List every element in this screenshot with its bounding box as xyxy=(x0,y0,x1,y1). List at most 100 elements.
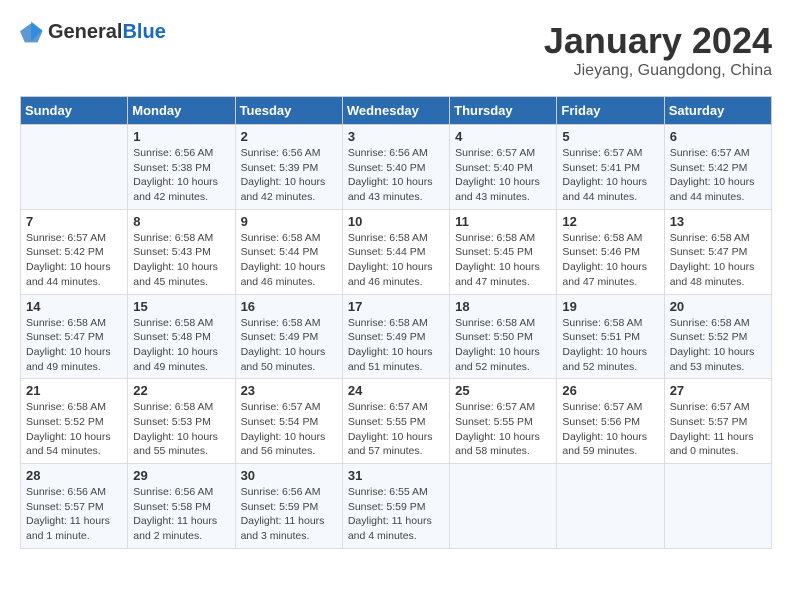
calendar-cell: 18 Sunrise: 6:58 AM Sunset: 5:50 PM Dayli… xyxy=(450,294,557,379)
day-number: 5 xyxy=(562,129,658,144)
calendar-cell: 23Sunrise: 6:57 AM Sunset: 5:54 PM Dayli… xyxy=(235,379,342,464)
day-info: Sunrise: 6:55 AM Sunset: 5:59 PM Dayligh… xyxy=(348,485,444,544)
calendar-week-row: 28Sunrise: 6:56 AM Sunset: 5:57 PM Dayli… xyxy=(21,464,772,549)
day-info: Sunrise: 6:58 AM Sunset: 5:50 PM Dayligh… xyxy=(455,316,551,375)
day-info: Sunrise: 6:57 AM Sunset: 5:57 PM Dayligh… xyxy=(670,400,766,459)
day-info: Sunrise: 6:58 AM Sunset: 5:53 PM Dayligh… xyxy=(133,400,229,459)
calendar-cell: 30 Sunrise: 6:56 AM Sunset: 5:59 PM Dayli… xyxy=(235,464,342,549)
day-number: 17 xyxy=(348,299,444,314)
day-info: Sunrise: 6:56 AM Sunset: 5:38 PM Dayligh… xyxy=(133,146,229,205)
day-number: 25 xyxy=(455,383,551,398)
day-number: 16 xyxy=(241,299,337,314)
calendar-week-row: 14 Sunrise: 6:58 AM Sunset: 5:47 PM Dayli… xyxy=(21,294,772,379)
day-info: Sunrise: 6:57 AM Sunset: 5:42 PM Dayligh… xyxy=(670,146,766,205)
day-info: Sunrise: 6:58 AM Sunset: 5:49 PM Dayligh… xyxy=(348,316,444,375)
day-number: 15 xyxy=(133,299,229,314)
day-info: Sunrise: 6:57 AM Sunset: 5:55 PM Dayligh… xyxy=(348,400,444,459)
calendar-cell: 27Sunrise: 6:57 AM Sunset: 5:57 PM Dayli… xyxy=(664,379,771,464)
calendar-cell: 12 Sunrise: 6:58 AM Sunset: 5:46 PM Dayli… xyxy=(557,209,664,294)
day-number: 26 xyxy=(562,383,658,398)
day-info: Sunrise: 6:57 AM Sunset: 5:56 PM Dayligh… xyxy=(562,400,658,459)
day-number: 30 xyxy=(241,468,337,483)
calendar-cell: 1 Sunrise: 6:56 AM Sunset: 5:38 PM Daylig… xyxy=(128,125,235,210)
calendar-week-row: 21 Sunrise: 6:58 AM Sunset: 5:52 PM Dayli… xyxy=(21,379,772,464)
day-number: 12 xyxy=(562,214,658,229)
calendar-cell: 22 Sunrise: 6:58 AM Sunset: 5:53 PM Dayli… xyxy=(128,379,235,464)
day-info: Sunrise: 6:58 AM Sunset: 5:44 PM Dayligh… xyxy=(241,231,337,290)
day-number: 3 xyxy=(348,129,444,144)
calendar-cell: 15 Sunrise: 6:58 AM Sunset: 5:48 PM Dayli… xyxy=(128,294,235,379)
day-info: Sunrise: 6:57 AM Sunset: 5:41 PM Dayligh… xyxy=(562,146,658,205)
calendar-cell: 6 Sunrise: 6:57 AM Sunset: 5:42 PM Daylig… xyxy=(664,125,771,210)
calendar-week-row: 7Sunrise: 6:57 AM Sunset: 5:42 PM Daylig… xyxy=(21,209,772,294)
calendar-cell: 21 Sunrise: 6:58 AM Sunset: 5:52 PM Dayli… xyxy=(21,379,128,464)
page-header: GeneralBlue January 2024 Jieyang, Guangd… xyxy=(20,20,772,80)
calendar-cell: 29 Sunrise: 6:56 AM Sunset: 5:58 PM Dayli… xyxy=(128,464,235,549)
day-number: 20 xyxy=(670,299,766,314)
calendar-cell: 19 Sunrise: 6:58 AM Sunset: 5:51 PM Dayli… xyxy=(557,294,664,379)
calendar-cell: 25Sunrise: 6:57 AM Sunset: 5:55 PM Dayli… xyxy=(450,379,557,464)
day-info: Sunrise: 6:58 AM Sunset: 5:51 PM Dayligh… xyxy=(562,316,658,375)
day-number: 4 xyxy=(455,129,551,144)
title-block: January 2024 Jieyang, Guangdong, China xyxy=(544,20,772,80)
col-header-sunday: Sunday xyxy=(21,97,128,125)
day-info: Sunrise: 6:58 AM Sunset: 5:47 PM Dayligh… xyxy=(670,231,766,290)
calendar-cell: 16Sunrise: 6:58 AM Sunset: 5:49 PM Dayli… xyxy=(235,294,342,379)
calendar-cell xyxy=(450,464,557,549)
day-info: Sunrise: 6:57 AM Sunset: 5:42 PM Dayligh… xyxy=(26,231,122,290)
calendar-cell: 17 Sunrise: 6:58 AM Sunset: 5:49 PM Dayli… xyxy=(342,294,449,379)
calendar-week-row: 1 Sunrise: 6:56 AM Sunset: 5:38 PM Daylig… xyxy=(21,125,772,210)
day-number: 1 xyxy=(133,129,229,144)
day-info: Sunrise: 6:58 AM Sunset: 5:47 PM Dayligh… xyxy=(26,316,122,375)
calendar-cell: 13Sunrise: 6:58 AM Sunset: 5:47 PM Dayli… xyxy=(664,209,771,294)
calendar-cell: 5 Sunrise: 6:57 AM Sunset: 5:41 PM Daylig… xyxy=(557,125,664,210)
day-number: 31 xyxy=(348,468,444,483)
day-info: Sunrise: 6:57 AM Sunset: 5:54 PM Dayligh… xyxy=(241,400,337,459)
day-info: Sunrise: 6:56 AM Sunset: 5:39 PM Dayligh… xyxy=(241,146,337,205)
day-info: Sunrise: 6:58 AM Sunset: 5:48 PM Dayligh… xyxy=(133,316,229,375)
calendar-cell: 3 Sunrise: 6:56 AM Sunset: 5:40 PM Daylig… xyxy=(342,125,449,210)
day-number: 9 xyxy=(241,214,337,229)
day-number: 2 xyxy=(241,129,337,144)
day-info: Sunrise: 6:58 AM Sunset: 5:46 PM Dayligh… xyxy=(562,231,658,290)
logo: GeneralBlue xyxy=(20,20,166,44)
col-header-friday: Friday xyxy=(557,97,664,125)
calendar-cell: 26 Sunrise: 6:57 AM Sunset: 5:56 PM Dayli… xyxy=(557,379,664,464)
day-info: Sunrise: 6:56 AM Sunset: 5:58 PM Dayligh… xyxy=(133,485,229,544)
day-number: 19 xyxy=(562,299,658,314)
day-number: 18 xyxy=(455,299,551,314)
logo-icon xyxy=(20,20,44,44)
day-number: 14 xyxy=(26,299,122,314)
day-info: Sunrise: 6:57 AM Sunset: 5:40 PM Dayligh… xyxy=(455,146,551,205)
day-number: 11 xyxy=(455,214,551,229)
calendar-cell xyxy=(557,464,664,549)
day-info: Sunrise: 6:56 AM Sunset: 5:59 PM Dayligh… xyxy=(241,485,337,544)
day-number: 8 xyxy=(133,214,229,229)
calendar-cell: 8 Sunrise: 6:58 AM Sunset: 5:43 PM Daylig… xyxy=(128,209,235,294)
month-title: January 2024 xyxy=(544,20,772,62)
col-header-tuesday: Tuesday xyxy=(235,97,342,125)
calendar-cell: 4 Sunrise: 6:57 AM Sunset: 5:40 PM Daylig… xyxy=(450,125,557,210)
calendar-cell: 31 Sunrise: 6:55 AM Sunset: 5:59 PM Dayli… xyxy=(342,464,449,549)
day-number: 29 xyxy=(133,468,229,483)
day-info: Sunrise: 6:58 AM Sunset: 5:43 PM Dayligh… xyxy=(133,231,229,290)
calendar-cell: 2 Sunrise: 6:56 AM Sunset: 5:39 PM Daylig… xyxy=(235,125,342,210)
col-header-wednesday: Wednesday xyxy=(342,97,449,125)
calendar-cell: 9 Sunrise: 6:58 AM Sunset: 5:44 PM Daylig… xyxy=(235,209,342,294)
calendar-cell: 24 Sunrise: 6:57 AM Sunset: 5:55 PM Dayli… xyxy=(342,379,449,464)
day-info: Sunrise: 6:58 AM Sunset: 5:52 PM Dayligh… xyxy=(26,400,122,459)
calendar-cell: 28Sunrise: 6:56 AM Sunset: 5:57 PM Dayli… xyxy=(21,464,128,549)
logo-text: GeneralBlue xyxy=(48,21,166,44)
calendar-cell: 20 Sunrise: 6:58 AM Sunset: 5:52 PM Dayli… xyxy=(664,294,771,379)
day-number: 22 xyxy=(133,383,229,398)
day-info: Sunrise: 6:58 AM Sunset: 5:52 PM Dayligh… xyxy=(670,316,766,375)
calendar-cell xyxy=(664,464,771,549)
day-info: Sunrise: 6:56 AM Sunset: 5:57 PM Dayligh… xyxy=(26,485,122,544)
location-title: Jieyang, Guangdong, China xyxy=(544,62,772,80)
day-number: 10 xyxy=(348,214,444,229)
day-info: Sunrise: 6:56 AM Sunset: 5:40 PM Dayligh… xyxy=(348,146,444,205)
day-number: 24 xyxy=(348,383,444,398)
col-header-saturday: Saturday xyxy=(664,97,771,125)
day-number: 6 xyxy=(670,129,766,144)
day-number: 21 xyxy=(26,383,122,398)
